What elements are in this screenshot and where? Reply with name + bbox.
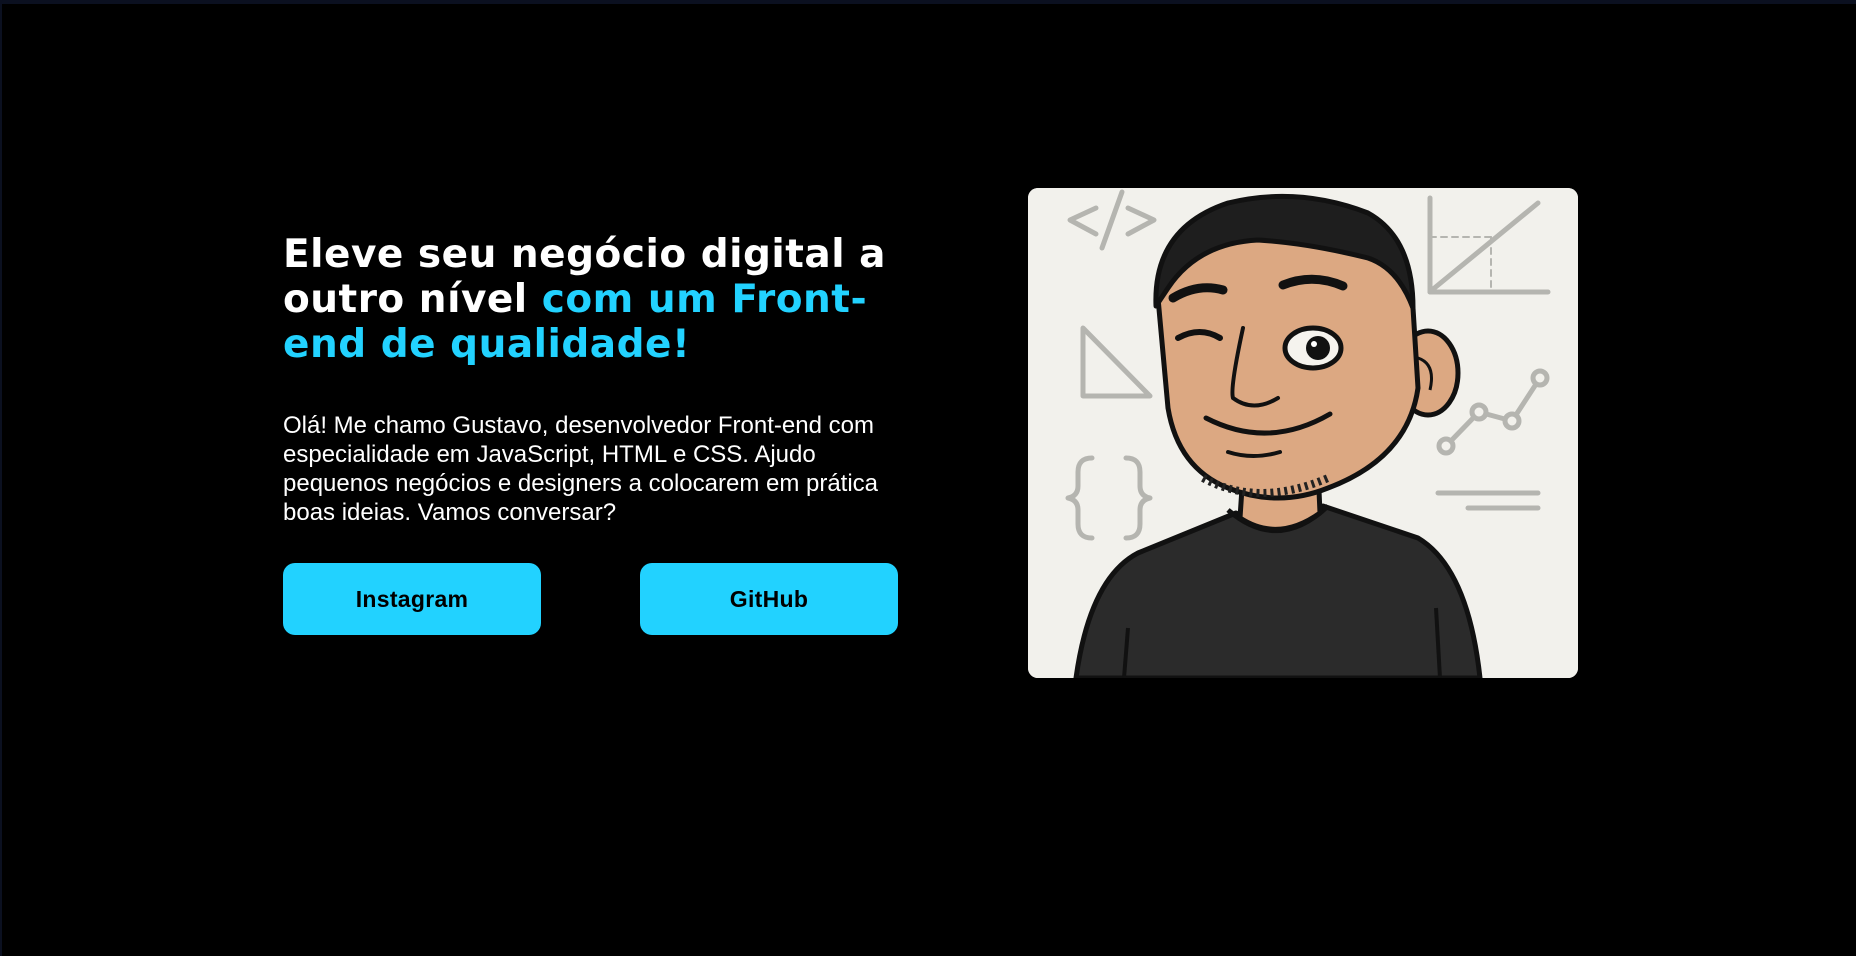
avatar-card	[1028, 188, 1578, 678]
intro-paragraph: Olá! Me chamo Gustavo, desenvolvedor Fro…	[283, 412, 879, 526]
headline: Eleve seu negócio digital a outro nível …	[283, 232, 923, 367]
github-button[interactable]: GitHub	[640, 563, 898, 635]
winking-developer-avatar-icon	[1028, 188, 1578, 678]
social-buttons: Instagram GitHub	[283, 563, 903, 635]
hero-text: Eleve seu negócio digital a outro nível …	[283, 232, 923, 527]
instagram-button[interactable]: Instagram	[283, 563, 541, 635]
